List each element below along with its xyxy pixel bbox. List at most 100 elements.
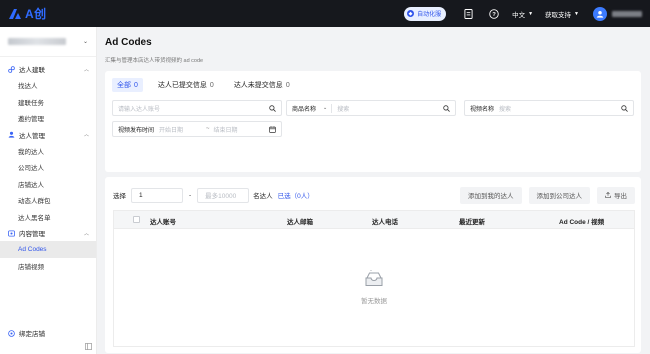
product-name-filter[interactable]: 商品名称 ⌄ 搜索 bbox=[286, 100, 456, 116]
sidebar-item-invitations[interactable]: 邀约管理 bbox=[0, 110, 96, 127]
video-name-filter[interactable]: 视频名称 搜索 bbox=[464, 100, 634, 116]
video-search-placeholder: 搜索 bbox=[499, 106, 512, 113]
range-separator: ~ bbox=[206, 126, 210, 132]
automation-button[interactable]: ◆ 自动化服 bbox=[404, 6, 447, 21]
filter-card: 全部 0 达人已提交信息 0 达人未提交信息 0 请输入达人账号 商品名称 ⌄ … bbox=[105, 71, 641, 172]
avatar[interactable] bbox=[593, 6, 607, 21]
bind-store-button[interactable]: 绑定店铺 bbox=[7, 328, 45, 338]
tab-count: 0 bbox=[285, 81, 290, 89]
app-logo[interactable]: A创 bbox=[8, 5, 47, 22]
store-selector[interactable]: ⌄ bbox=[0, 27, 96, 57]
divider bbox=[331, 103, 333, 113]
select-to-input[interactable]: 最多10000 bbox=[197, 187, 250, 203]
main-content: Ad Codes 汇集与管理本店达人带货视频的 ad code 全部 0 达人已… bbox=[97, 27, 650, 354]
add-to-my-creators-button[interactable]: 添加到我的达人 bbox=[460, 186, 522, 204]
chevron-up-icon: ︿ bbox=[83, 132, 89, 138]
empty-box-icon bbox=[365, 270, 383, 286]
sidebar-group-label: 达人管理 bbox=[19, 132, 45, 140]
selected-count[interactable]: 已选（0人） bbox=[278, 190, 314, 200]
add-to-company-creators-button[interactable]: 添加到公司达人 bbox=[528, 186, 590, 204]
sidebar-group-content-management[interactable]: 内容管理 ︿ bbox=[0, 225, 96, 241]
column-header-ad-code-video: Ad Code / 视频 bbox=[559, 219, 605, 226]
doc-icon[interactable] bbox=[463, 8, 474, 19]
sidebar-item-ad-codes[interactable]: Ad Codes bbox=[0, 241, 96, 258]
export-button[interactable]: 导出 bbox=[597, 186, 635, 204]
empty-text: 暂无数据 bbox=[361, 298, 387, 305]
top-navigation-bar: A创 ◆ 自动化服 ? 中文 ▼ 获取支持 ▼ bbox=[0, 0, 650, 27]
column-header-creator-account: 达人账号 bbox=[150, 219, 176, 226]
publish-date-label: 视频发布时间 bbox=[118, 127, 155, 134]
tab-label: 达人已提交信息 bbox=[157, 82, 207, 89]
select-from-input[interactable]: 1 bbox=[131, 187, 183, 203]
sidebar: ⌄ 达人建联 ︿ 找达人 建联任务 邀约管理 达人管理 ︿ 我的达人 公司达人 … bbox=[0, 27, 97, 354]
tab-not-submitted[interactable]: 达人未提交信息 0 bbox=[229, 78, 295, 92]
chevron-down-icon: ⌄ bbox=[82, 39, 88, 45]
calendar-icon bbox=[269, 125, 276, 133]
tab-count: 0 bbox=[134, 81, 138, 89]
export-icon bbox=[605, 192, 611, 198]
search-icon bbox=[269, 104, 276, 112]
chevron-up-icon: ︿ bbox=[83, 66, 89, 73]
product-search-placeholder: 搜索 bbox=[337, 106, 350, 113]
sidebar-item-outreach-tasks[interactable]: 建联任务 bbox=[0, 94, 96, 111]
bind-store-label: 绑定店铺 bbox=[19, 331, 45, 338]
creator-search-placeholder: 请输入达人账号 bbox=[118, 106, 161, 113]
help-icon[interactable]: ? bbox=[488, 8, 499, 19]
link-icon bbox=[7, 65, 15, 73]
store-name-blurred bbox=[8, 38, 66, 45]
logo-text: A创 bbox=[25, 7, 47, 21]
content-icon bbox=[7, 229, 15, 237]
sidebar-item-dynamic-audience[interactable]: 动态人群包 bbox=[0, 192, 96, 209]
tab-count: 0 bbox=[209, 81, 214, 89]
diamond-icon: ◆ bbox=[407, 10, 415, 17]
bulk-select-toolbar: 选择 1 - 最多10000 名达人 已选（0人） 添加到我的达人 添加到公司达… bbox=[113, 185, 635, 205]
tab-submitted[interactable]: 达人已提交信息 0 bbox=[153, 78, 219, 92]
user-icon bbox=[596, 10, 604, 18]
sidebar-group-label: 达人建联 bbox=[19, 67, 45, 74]
column-header-creator-phone: 达人电话 bbox=[372, 219, 398, 226]
page-subtitle: 汇集与管理本店达人带货视频的 ad code bbox=[105, 58, 204, 64]
select-all-checkbox[interactable] bbox=[133, 216, 140, 223]
range-dash: - bbox=[189, 191, 192, 199]
table-header: 达人账号 达人邮箱 达人电话 最近更新 Ad Code / 视频 bbox=[114, 211, 634, 229]
chevron-down-icon: ▼ bbox=[528, 10, 534, 17]
sidebar-item-creator-blacklist[interactable]: 达人黑名单 bbox=[0, 209, 96, 226]
search-icon bbox=[621, 104, 628, 112]
status-tabs: 全部 0 达人已提交信息 0 达人未提交信息 0 bbox=[112, 78, 305, 92]
search-icon bbox=[443, 104, 450, 112]
export-label: 导出 bbox=[614, 193, 627, 200]
sidebar-item-my-creators[interactable]: 我的达人 bbox=[0, 143, 96, 160]
logo-mark-icon bbox=[9, 8, 21, 19]
sidebar-item-company-creators[interactable]: 公司达人 bbox=[0, 159, 96, 176]
publish-date-range[interactable]: 视频发布时间 开始日期 ~ 结束日期 bbox=[112, 121, 282, 137]
username-blurred[interactable] bbox=[612, 10, 642, 17]
product-filter-label[interactable]: 商品名称 bbox=[287, 104, 321, 113]
svg-text:?: ? bbox=[492, 12, 496, 18]
support-label: 获取支持 bbox=[545, 11, 572, 19]
user-icon bbox=[7, 131, 15, 139]
end-date-input[interactable]: 结束日期 bbox=[214, 125, 238, 134]
tab-label: 全部 bbox=[117, 82, 131, 89]
column-header-last-updated: 最近更新 bbox=[459, 219, 485, 226]
store-icon bbox=[7, 329, 15, 337]
start-date-input[interactable]: 开始日期 bbox=[159, 125, 206, 134]
creator-search-input[interactable]: 请输入达人账号 bbox=[112, 100, 282, 116]
tab-all[interactable]: 全部 0 bbox=[112, 78, 143, 92]
language-label: 中文 bbox=[512, 11, 526, 19]
sidebar-group-creator-outreach[interactable]: 达人建联 ︿ bbox=[0, 61, 96, 77]
sidebar-group-label: 内容管理 bbox=[19, 231, 45, 238]
empty-state: 暂无数据 bbox=[114, 229, 634, 346]
list-card: 选择 1 - 最多10000 名达人 已选（0人） 添加到我的达人 添加到公司达… bbox=[105, 177, 641, 353]
automation-label: 自动化服 bbox=[417, 12, 442, 18]
chevron-down-icon: ⌄ bbox=[323, 105, 328, 111]
sidebar-item-store-videos[interactable]: 店铺视频 bbox=[0, 258, 96, 275]
tab-label: 达人未提交信息 bbox=[233, 82, 283, 89]
sidebar-group-creator-management[interactable]: 达人管理 ︿ bbox=[0, 127, 96, 143]
sidebar-item-find-creators[interactable]: 找达人 bbox=[0, 77, 96, 94]
language-selector[interactable]: 中文 ▼ bbox=[512, 9, 533, 19]
collapse-sidebar-icon[interactable] bbox=[84, 342, 92, 350]
column-header-creator-email: 达人邮箱 bbox=[287, 219, 313, 226]
support-menu[interactable]: 获取支持 ▼ bbox=[545, 9, 579, 19]
chevron-up-icon: ︿ bbox=[83, 230, 89, 237]
sidebar-item-store-creators[interactable]: 店铺达人 bbox=[0, 176, 96, 193]
